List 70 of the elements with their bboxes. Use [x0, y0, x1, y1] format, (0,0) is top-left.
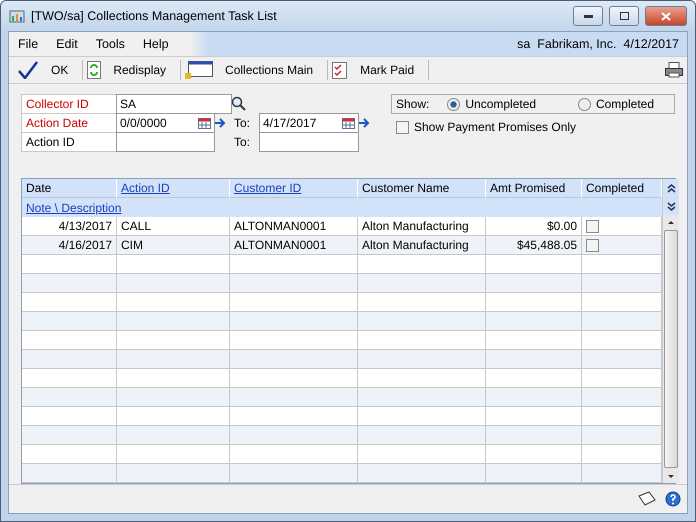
printer-icon [665, 62, 683, 78]
checkbox[interactable] [586, 238, 599, 252]
toolbar-button[interactable]: OK [13, 60, 84, 80]
field-label: To: [233, 134, 252, 150]
table-cell: CALL [117, 217, 230, 236]
text-field[interactable]: SA [116, 94, 232, 114]
note-description-link[interactable]: Note \ Description [26, 200, 122, 214]
column-header[interactable]: Amt Promised [486, 179, 582, 198]
window-icon [185, 61, 214, 79]
close-icon [661, 12, 671, 20]
toolbar-button[interactable]: Mark Paid [328, 60, 430, 80]
date-field[interactable]: 4/17/2017 [259, 113, 359, 133]
table-cell: 4/16/2017 [22, 236, 117, 255]
chevron-down-icon [666, 202, 676, 210]
table-cell: CIM [117, 236, 230, 255]
minimize-button[interactable] [573, 6, 603, 26]
collapse-button[interactable] [663, 179, 679, 197]
arrow-icon[interactable] [358, 118, 370, 128]
calendar-icon[interactable] [342, 118, 355, 128]
table-cell: $45,488.05 [486, 236, 582, 255]
radio-option[interactable]: Uncompleted [447, 97, 536, 111]
column-header[interactable]: Action ID [117, 179, 230, 198]
checkbox-option[interactable]: Show Payment Promises Only [391, 120, 675, 134]
radio-button[interactable] [447, 98, 460, 110]
window-title: [TWO/sa] Collections Management Task List [31, 9, 278, 23]
arrow-icon[interactable] [214, 118, 226, 128]
maximize-icon [620, 12, 628, 20]
column-header[interactable]: Completed [582, 179, 662, 198]
text-field[interactable] [116, 132, 215, 152]
expand-button[interactable] [663, 197, 679, 215]
table-cell: 4/13/2017 [22, 217, 117, 236]
app-icon [9, 8, 25, 24]
column-header[interactable]: Customer ID [230, 179, 358, 198]
search-icon[interactable] [231, 96, 247, 112]
date-field[interactable]: 0/0/0000 [116, 113, 215, 133]
table-cell: ALTONMAN0001 [230, 217, 358, 236]
clipboard-icon [332, 61, 348, 79]
table-cell: ALTONMAN0001 [230, 236, 358, 255]
menu-item[interactable]: File [9, 37, 48, 51]
text-field[interactable] [259, 132, 359, 152]
menu-item[interactable]: Tools [86, 37, 134, 51]
close-button[interactable] [645, 6, 687, 26]
table-cell: Alton Manufacturing [358, 217, 486, 236]
field-label: To: [233, 114, 252, 132]
help-icon[interactable] [665, 491, 681, 507]
scroll-thumb[interactable] [664, 230, 678, 468]
menu-item[interactable]: Help [134, 37, 178, 51]
column-header[interactable]: Customer Name [358, 179, 486, 198]
toolbar-button[interactable]: Collections Main [181, 60, 328, 80]
show-label: Show: [396, 97, 430, 111]
table-cell: $0.00 [486, 217, 582, 236]
radio-option[interactable]: Completed [578, 97, 654, 111]
table-cell: Alton Manufacturing [358, 236, 486, 255]
chevron-up-icon [666, 184, 676, 192]
checkbox[interactable] [396, 120, 409, 134]
refresh-icon [87, 61, 102, 79]
minimize-icon [584, 14, 592, 18]
calendar-icon[interactable] [198, 118, 211, 128]
field-label: Collector ID [21, 94, 117, 114]
radio-button[interactable] [578, 98, 591, 110]
note-icon[interactable] [637, 491, 657, 507]
menu-item[interactable]: Edit [47, 37, 87, 51]
checkbox[interactable] [586, 220, 599, 232]
maximize-button[interactable] [609, 6, 639, 26]
checkmark-icon [17, 61, 39, 79]
toolbar-button[interactable]: Redisplay [83, 60, 182, 80]
field-label: Action ID [21, 132, 117, 152]
field-label: Action Date [21, 113, 117, 133]
column-header[interactable]: Date [22, 179, 117, 198]
company-date-info: sa Fabrikam, Inc. 4/12/2017 [517, 37, 680, 51]
